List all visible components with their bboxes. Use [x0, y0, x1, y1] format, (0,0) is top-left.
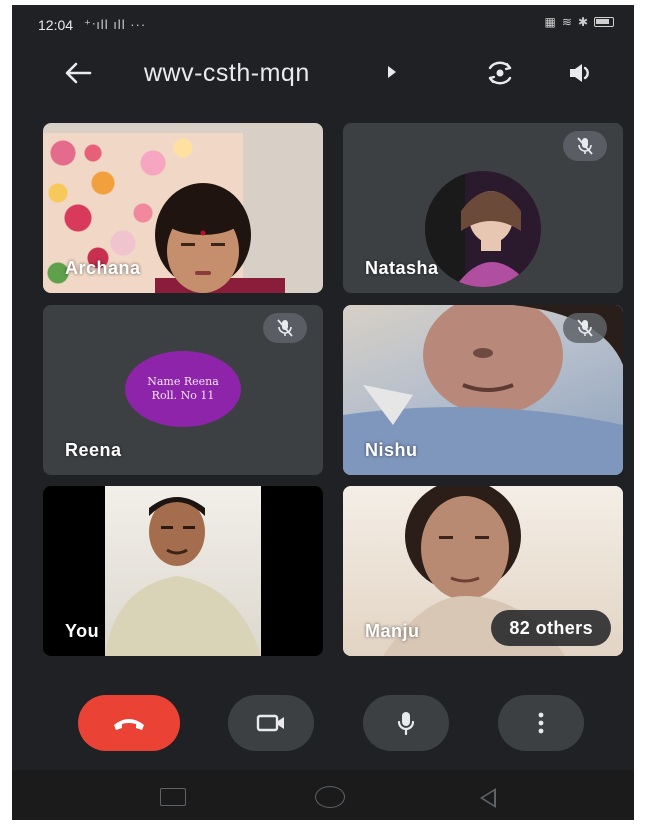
status-icons: ▦ ≋ ✱ [545, 15, 614, 29]
meeting-header: wwv-csth-mqn [12, 45, 634, 101]
back-icon[interactable] [480, 788, 496, 808]
participant-tile-archana[interactable]: Archana [43, 123, 323, 293]
call-controls [12, 695, 634, 755]
camera-icon [256, 714, 284, 732]
switch-camera-icon[interactable] [482, 55, 518, 91]
more-vert-icon [538, 712, 544, 734]
bluetooth-icon: ✱ [577, 15, 588, 29]
battery-icon [594, 17, 614, 27]
participant-tile-nishu[interactable]: Nishu [343, 305, 623, 475]
more-options-button[interactable] [498, 695, 584, 751]
meet-call-screen: 12:04 ⁺ᐧıll ıll ··· ▦ ≋ ✱ wwv-csth-mqn A… [12, 5, 634, 820]
mic-off-icon [563, 313, 607, 343]
avatar [425, 171, 541, 287]
participant-name: Natasha [365, 258, 439, 278]
system-nav-bar [12, 770, 634, 820]
participant-name: Reena [65, 440, 122, 460]
meeting-code[interactable]: wwv-csth-mqn [144, 59, 310, 88]
participant-name: Nishu [365, 440, 418, 460]
end-call-button[interactable] [78, 695, 180, 751]
mic-off-icon [263, 313, 307, 343]
caret-right-icon[interactable] [388, 66, 396, 78]
mic-icon [397, 712, 415, 736]
participant-tile-you[interactable]: You [43, 486, 323, 656]
status-bar: 12:04 ⁺ᐧıll ıll ··· ▦ ≋ ✱ [12, 5, 634, 41]
end-call-icon [114, 719, 144, 730]
self-video [105, 486, 261, 656]
recent-apps-icon[interactable] [160, 788, 186, 806]
camera-toggle-button[interactable] [228, 695, 314, 751]
participant-name: Manju [365, 621, 420, 641]
mic-toggle-button[interactable] [363, 695, 449, 751]
participant-tile-reena[interactable]: Name Reena Roll. No 11 Reena [43, 305, 323, 475]
participant-tile-natasha[interactable]: Natasha [343, 123, 623, 293]
avatar-text-line2: Roll. No 11 [151, 389, 215, 402]
signal-indicator: ⁺ᐧıll ıll ··· [84, 17, 147, 32]
participant-name: Archana [65, 258, 141, 278]
status-time: 12:04 [38, 17, 74, 33]
volte-icon: ▦ [544, 15, 556, 29]
avatar: Name Reena Roll. No 11 [125, 351, 241, 427]
home-icon[interactable] [315, 786, 345, 808]
participant-name: You [65, 621, 100, 641]
avatar-text-line1: Name Reena [147, 375, 219, 388]
wifi-icon: ≋ [561, 15, 572, 29]
participant-tile-manju[interactable]: Manju 82 others [343, 486, 623, 656]
others-count-badge[interactable]: 82 others [491, 610, 611, 646]
speaker-icon[interactable] [562, 55, 598, 91]
back-arrow-icon[interactable] [60, 55, 96, 91]
mic-off-icon [563, 131, 607, 161]
